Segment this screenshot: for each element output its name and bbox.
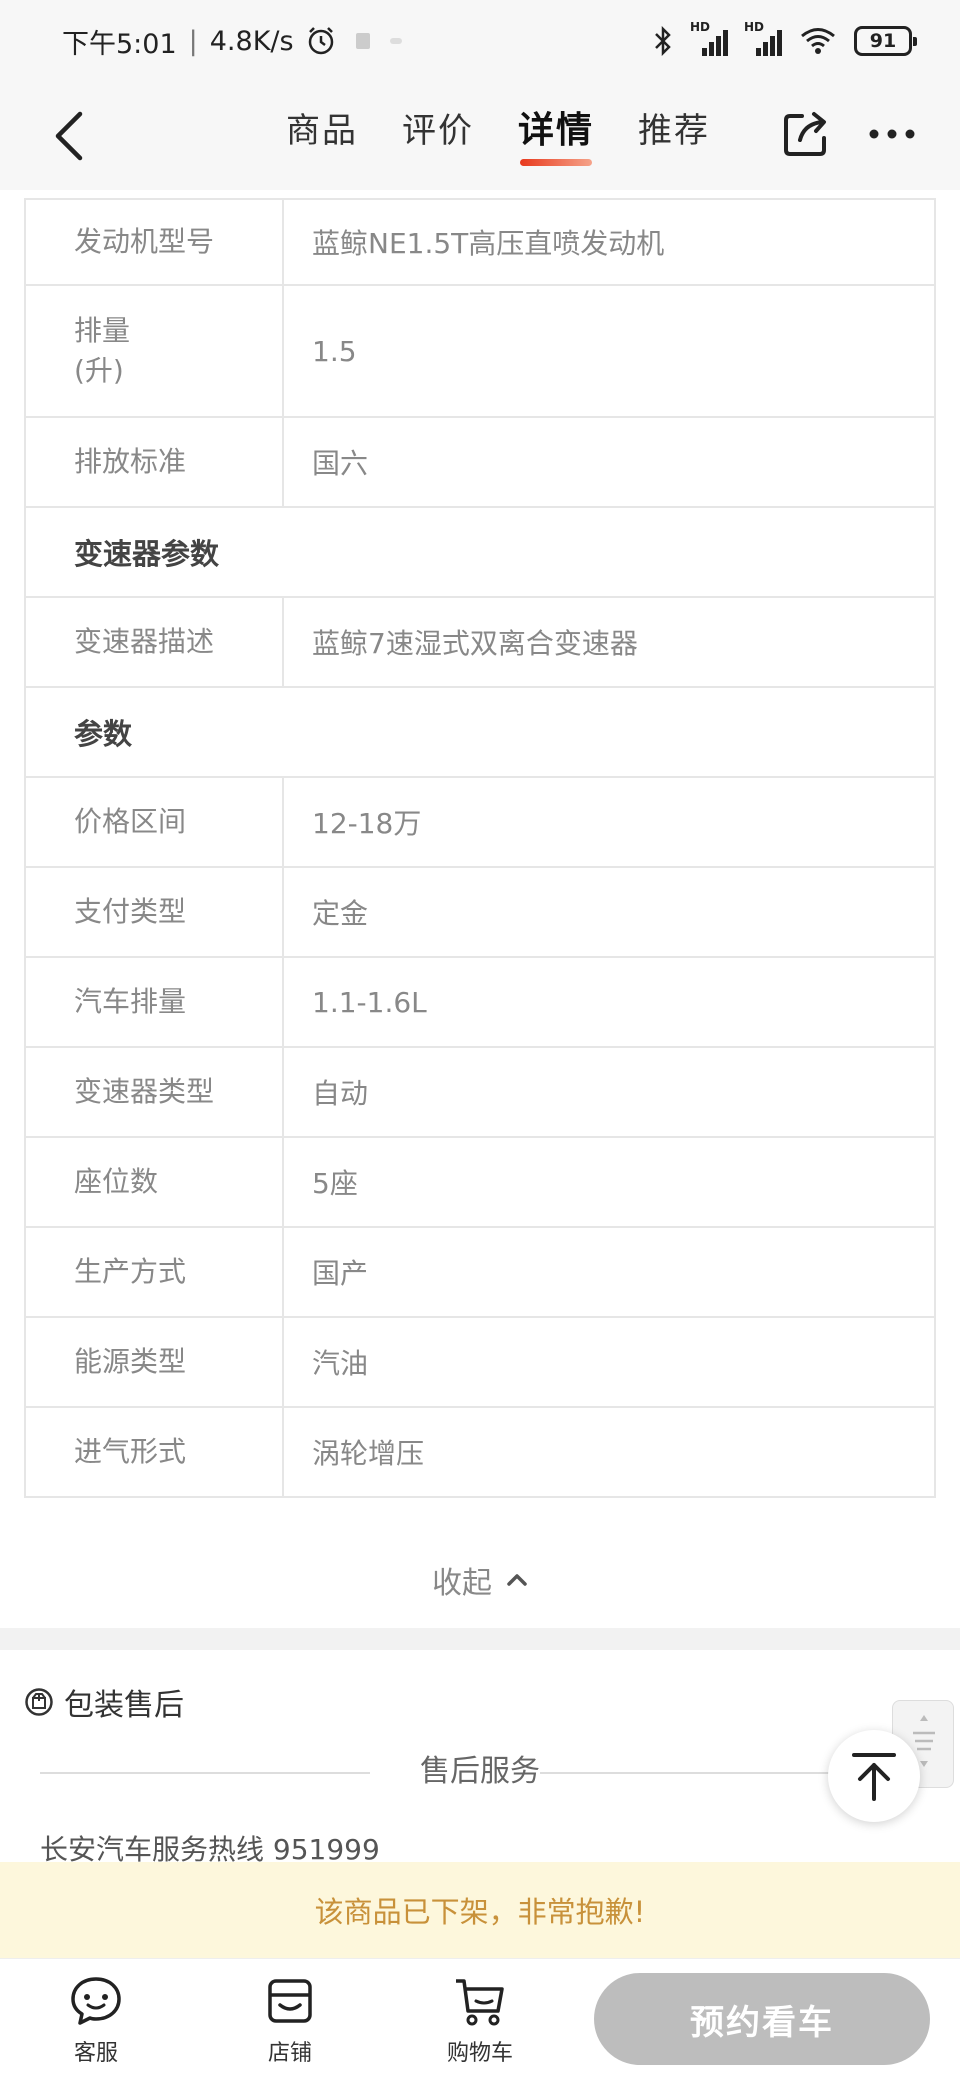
cart-button[interactable]: 购物车 [430,1973,530,2067]
section-header-params: 参数 [26,688,934,778]
battery-level: 91 [869,30,897,52]
spec-key: 能源类型 [26,1318,284,1406]
spec-value: 12-18万 [312,807,422,840]
spec-key: 进气形式 [26,1408,284,1496]
signal-2-icon: HD [744,20,782,56]
status-right: HD HD 91 [652,20,917,56]
tab-recommend[interactable]: 推荐 [638,106,710,166]
chevron-up-icon [507,1574,527,1586]
collapse-button[interactable]: 收起 [0,1540,960,1620]
spec-key: 变速器类型 [26,1048,284,1136]
status-bar: 下午5:01 | 4.8K/s HD HD 91 [0,0,960,82]
collapse-label: 收起 [432,1566,492,1601]
cart-label: 购物车 [446,2041,513,2066]
spec-table: 发动机型号 蓝鲸NE1.5T高压直喷发动机 排量 (升) 1.5 排放标准 国六… [24,198,936,1498]
table-row: 发动机型号 蓝鲸NE1.5T高压直喷发动机 [26,198,934,286]
tab-details[interactable]: 详情 [518,106,594,166]
status-left: 下午5:01 | 4.8K/s [62,22,402,61]
shop-label: 店铺 [267,2041,312,2066]
spec-value: 自动 [312,1077,369,1110]
spec-value: 1.1-1.6L [312,985,427,1019]
shop-icon [268,1979,312,2023]
status-net-speed: 4.8K/s [209,25,294,57]
status-time: 下午5:01 [62,28,177,60]
spec-value: 涡轮增压 [312,1437,425,1470]
spec-value: 国六 [312,447,369,480]
package-icon [25,1688,53,1716]
spec-key: 发动机型号 [26,200,284,284]
package-aftersale-label: 包装售后 [64,1688,184,1723]
battery-indicator: 91 [854,26,917,56]
table-row: 进气形式 涡轮增压 [26,1408,934,1498]
tab-product[interactable]: 商品 [286,106,358,166]
bluetooth-icon [655,26,671,56]
status-separator: | [188,25,198,57]
nav-tabs: 商品 评价 详情 推荐 [286,106,710,166]
divider-line [540,1772,870,1774]
spec-value: 1.5 [312,334,357,368]
alarm-icon [308,27,333,55]
section-divider [0,1628,960,1650]
package-aftersale-title: 包装售后 [24,1680,184,1724]
spec-key: 汽车排量 [26,958,284,1046]
spec-value: 蓝鲸7速湿式双离合变速器 [312,627,638,660]
spec-key: 支付类型 [26,868,284,956]
table-row: 汽车排量 1.1-1.6L [26,958,934,1048]
table-row: 排量 (升) 1.5 [26,286,934,418]
notification-icon [355,33,370,49]
spec-key: 生产方式 [26,1228,284,1316]
back-arrow-icon[interactable] [50,108,90,164]
table-row: 能源类型 汽油 [26,1318,934,1408]
spec-value: 汽油 [312,1347,369,1380]
delisted-notice-text: 该商品已下架，非常抱歉! [314,1895,646,1929]
bottom-action-bar: 客服 店铺 购物车 预约看车 [0,1958,960,2080]
spec-key: 排量 (升) [26,286,284,416]
signal-1-icon: HD [690,20,728,56]
app-dot-icon [389,38,402,44]
spec-key: 座位数 [26,1138,284,1226]
table-row: 排放标准 国六 [26,418,934,508]
table-row: 生产方式 国产 [26,1228,934,1318]
spec-key: 价格区间 [26,778,284,866]
chat-bubble-icon [71,1977,121,2025]
delisted-notice: 该商品已下架，非常抱歉! [0,1862,960,1958]
spec-value: 5座 [312,1167,358,1200]
spec-key: 排放标准 [26,418,284,506]
aftersale-divider: 售后服务 [40,1750,920,1794]
customer-service-label: 客服 [73,2041,118,2066]
spec-value: 国产 [312,1257,369,1290]
table-row: 变速器描述 蓝鲸7速湿式双离合变速器 [26,598,934,688]
tab-reviews[interactable]: 评价 [402,106,474,166]
table-row: 座位数 5座 [26,1138,934,1228]
section-header-transmission: 变速器参数 [26,508,934,598]
wifi-icon [801,28,835,54]
spec-value: 蓝鲸NE1.5T高压直喷发动机 [312,227,665,260]
shop-button[interactable]: 店铺 [240,1973,340,2067]
cart-icon [456,1979,504,2026]
table-row: 支付类型 定金 [26,868,934,958]
more-icon[interactable] [868,124,916,144]
scroll-to-top-button[interactable] [828,1730,920,1822]
table-row: 价格区间 12-18万 [26,778,934,868]
reserve-viewing-button[interactable]: 预约看车 [594,1973,930,2065]
nav-bar: 商品 评价 详情 推荐 [0,82,960,190]
spec-key: 变速器描述 [26,598,284,686]
customer-service-button[interactable]: 客服 [46,1973,146,2067]
share-icon[interactable] [782,108,832,158]
table-row: 变速器类型 自动 [26,1048,934,1138]
arrow-up-top-icon [852,1753,896,1801]
spec-value: 定金 [312,897,369,930]
